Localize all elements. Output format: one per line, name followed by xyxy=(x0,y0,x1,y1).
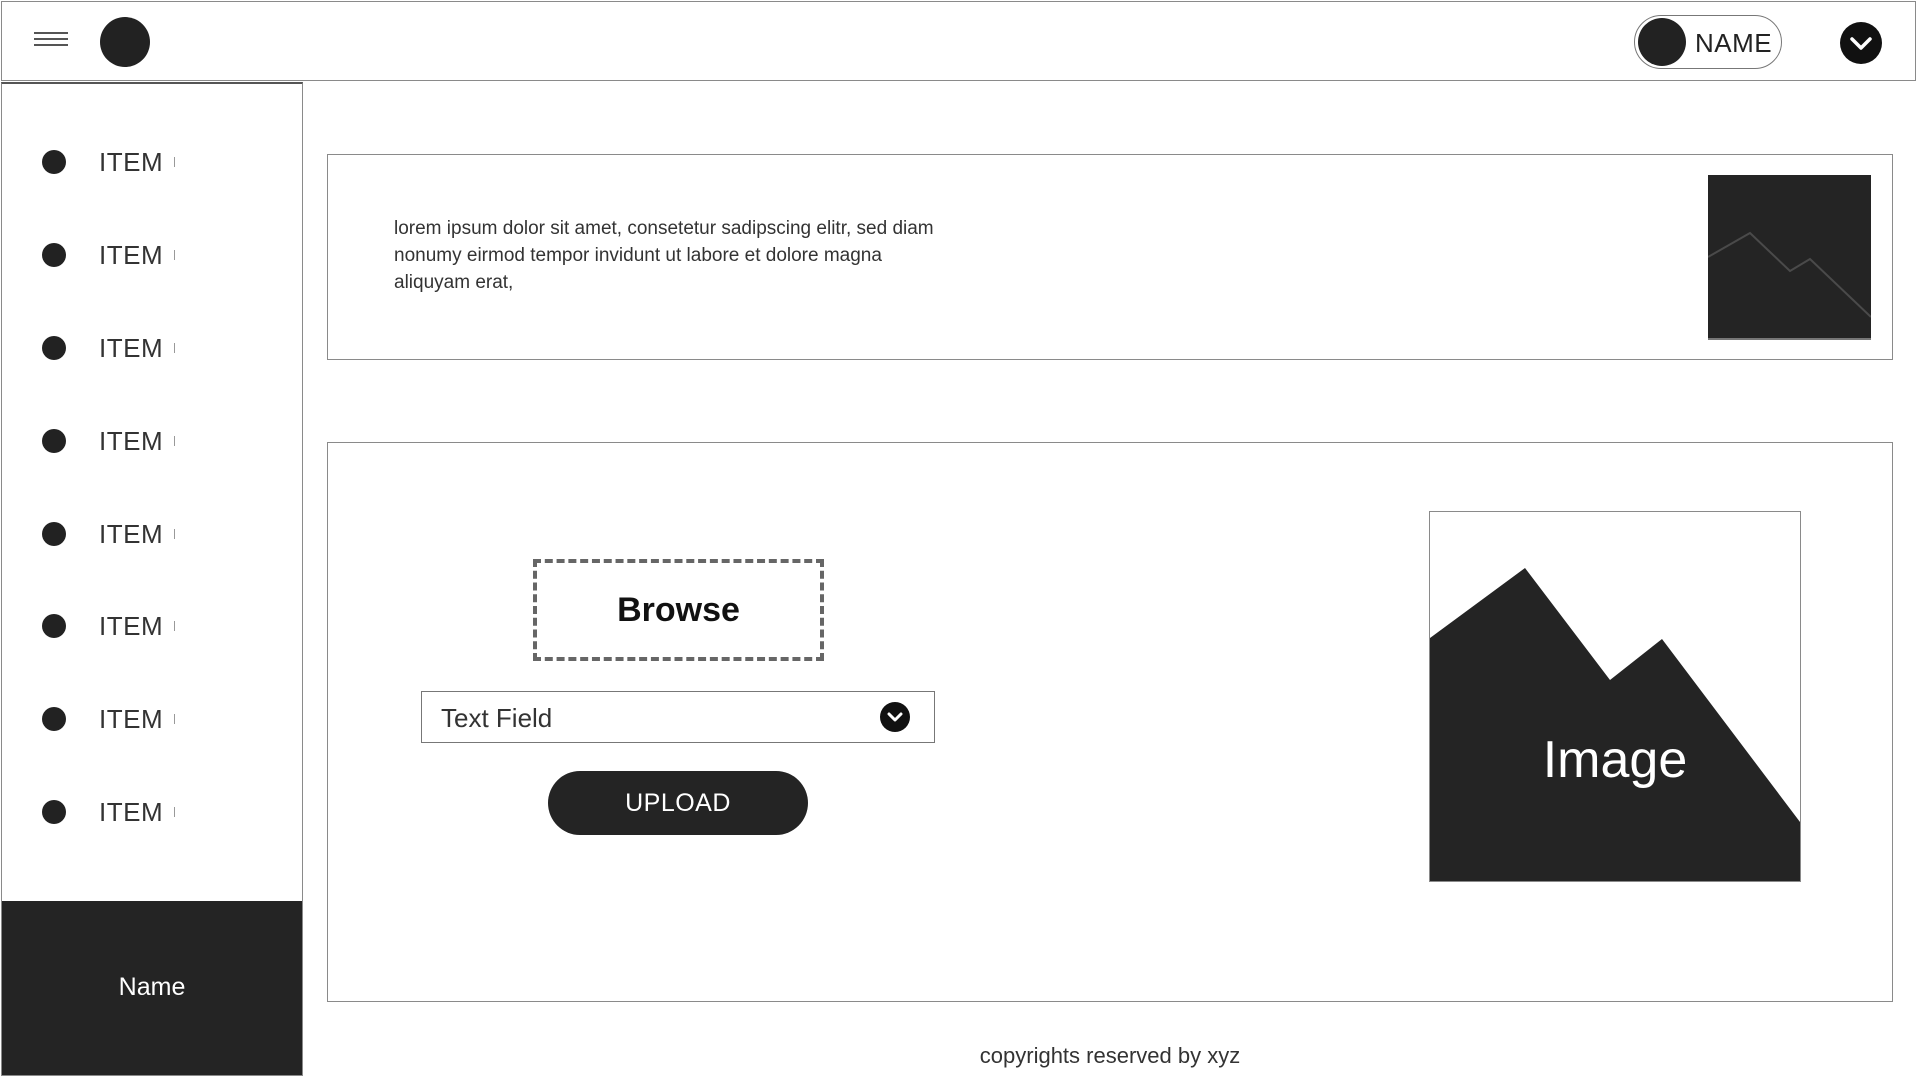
sidebar-item-label: ITEM xyxy=(99,797,164,827)
sidebar-item-label: ITEM xyxy=(99,611,164,641)
divider xyxy=(174,529,175,539)
sidebar-footer[interactable]: Name xyxy=(2,901,302,1075)
sidebar-item[interactable]: ITEM xyxy=(2,782,302,842)
divider xyxy=(174,714,175,724)
sidebar-item-label: ITEM xyxy=(99,240,164,270)
sidebar-item[interactable]: ITEM xyxy=(2,596,302,656)
sidebar-item-label: ITEM xyxy=(99,426,164,456)
bullet-icon xyxy=(42,150,66,174)
sidebar-item-label: ITEM xyxy=(99,519,164,549)
image-placeholder: Image xyxy=(1429,511,1801,882)
profile-toggle[interactable]: NAME xyxy=(1634,15,1782,69)
browse-button[interactable]: Browse xyxy=(533,559,824,661)
browse-label: Browse xyxy=(617,591,740,629)
sidebar-item[interactable]: ITEM xyxy=(2,225,302,285)
select-value: Text Field xyxy=(441,703,553,733)
bullet-icon xyxy=(42,336,66,360)
info-text: lorem ipsum dolor sit amet, consetetur s… xyxy=(394,218,934,293)
bullet-icon xyxy=(42,522,66,546)
profile-name: NAME xyxy=(1695,28,1773,58)
image-caption: Image xyxy=(1542,731,1688,789)
bullet-icon xyxy=(42,429,66,453)
chevron-down-icon[interactable] xyxy=(1840,22,1882,64)
chevron-down-icon[interactable] xyxy=(880,702,910,732)
bullet-icon xyxy=(42,614,66,638)
bullet-icon xyxy=(42,707,66,731)
sidebar-item[interactable]: ITEM xyxy=(2,132,302,192)
sidebar-item[interactable]: ITEM xyxy=(2,504,302,564)
avatar xyxy=(1638,18,1686,66)
sidebar: ITEM ITEM ITEM ITEM ITEM ITEM ITEM ITEM … xyxy=(1,82,303,1076)
divider xyxy=(174,343,175,353)
image-placeholder-icon xyxy=(1707,175,1872,340)
divider xyxy=(174,436,175,446)
sidebar-footer-name: Name xyxy=(118,973,186,1001)
sidebar-item[interactable]: ITEM xyxy=(2,318,302,378)
info-card: lorem ipsum dolor sit amet, consetetur s… xyxy=(327,154,1893,360)
bullet-icon xyxy=(42,800,66,824)
sidebar-item[interactable]: ITEM xyxy=(2,411,302,471)
upload-label: UPLOAD xyxy=(625,789,731,817)
copyright-text: copyrights reserved by xyz xyxy=(979,1043,1241,1068)
divider xyxy=(174,250,175,260)
sidebar-item[interactable]: ITEM xyxy=(2,689,302,749)
divider xyxy=(174,807,175,817)
upload-panel: Browse Text Field UPLOAD Image xyxy=(327,442,1893,1002)
logo-circle-icon[interactable] xyxy=(100,17,150,67)
text-field-select[interactable]: Text Field xyxy=(421,691,935,743)
divider xyxy=(174,157,175,167)
bullet-icon xyxy=(42,243,66,267)
divider xyxy=(174,621,175,631)
sidebar-item-label: ITEM xyxy=(99,333,164,363)
sidebar-item-label: ITEM xyxy=(99,147,164,177)
upload-button[interactable]: UPLOAD xyxy=(548,771,808,835)
hamburger-menu-icon[interactable] xyxy=(34,32,68,52)
sidebar-item-label: ITEM xyxy=(99,704,164,734)
top-header: NAME xyxy=(1,1,1916,81)
